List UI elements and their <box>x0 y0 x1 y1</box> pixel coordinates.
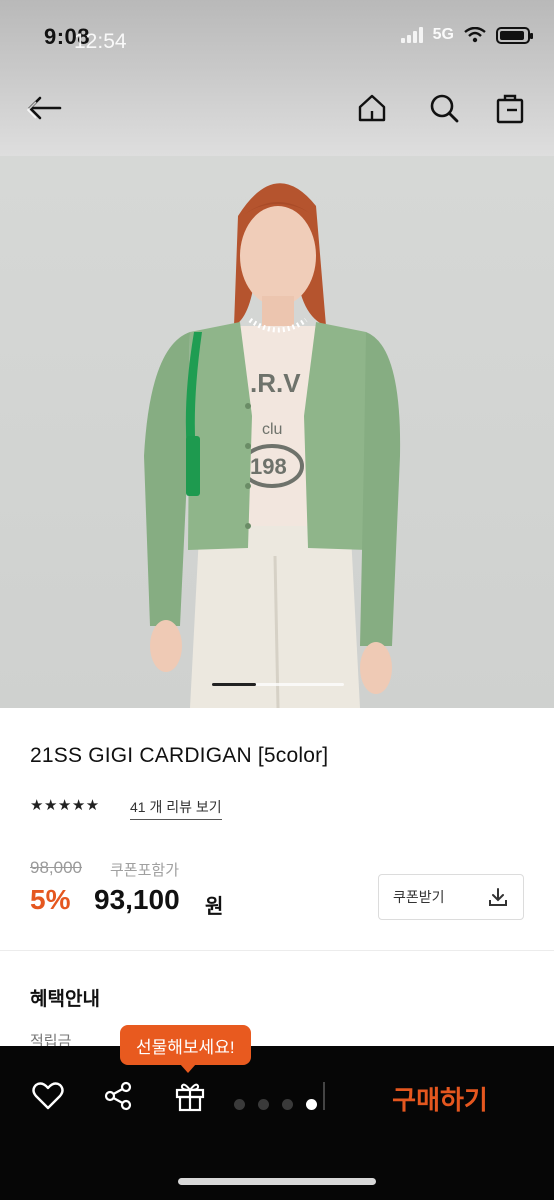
home-icon[interactable] <box>352 88 392 128</box>
bottom-action-bar <box>0 1046 554 1200</box>
product-screen: 9:08 12:54 5G .R.V clu 198 21SS GIGI CAR… <box>0 0 554 1200</box>
coupon-included-label: 쿠폰포함가 <box>110 862 180 879</box>
download-icon <box>489 888 507 906</box>
coupon-button-label: 쿠폰받기 <box>393 889 445 905</box>
section-divider <box>0 950 554 951</box>
gift-icon[interactable] <box>170 1076 210 1116</box>
home-indicator[interactable] <box>178 1178 376 1185</box>
battery-icon <box>496 26 533 44</box>
page-dots <box>234 1099 317 1110</box>
top-header: 9:08 12:54 5G <box>0 0 554 156</box>
sale-price: 93,100 <box>94 884 180 915</box>
discount-rate: 5% <box>30 884 71 915</box>
review-link[interactable]: 41 개 리뷰 보기 <box>130 797 222 820</box>
coupon-download-button[interactable]: 쿠폰받기 <box>378 874 524 920</box>
shopping-bag-icon[interactable] <box>490 88 530 128</box>
status-indicators: 5G <box>400 26 533 44</box>
status-time-overlay: 12:54 <box>74 30 127 53</box>
benefit-title: 혜택안내 <box>30 989 100 1010</box>
heart-icon[interactable] <box>28 1076 68 1116</box>
svg-text:clu: clu <box>262 421 282 438</box>
buy-button[interactable]: 구매하기 <box>360 1076 520 1120</box>
svg-text:198: 198 <box>250 454 287 479</box>
rating-stars-icon: ★★★★★ <box>30 797 100 814</box>
model-illustration: .R.V clu 198 <box>144 183 401 708</box>
bar-separator <box>323 1082 325 1110</box>
product-image[interactable]: .R.V clu 198 <box>0 156 554 708</box>
search-icon[interactable] <box>424 88 464 128</box>
gift-tooltip: 선물해보세요! <box>120 1025 251 1073</box>
original-price: 98,000 <box>30 858 82 877</box>
product-title: 21SS GIGI CARDIGAN [5color] <box>30 744 329 767</box>
back-arrow-icon[interactable] <box>24 88 64 128</box>
signal-icon <box>400 27 423 43</box>
svg-text:.R.V: .R.V <box>250 368 301 398</box>
currency-label: 원 <box>205 896 224 918</box>
share-icon[interactable] <box>98 1076 138 1116</box>
wifi-icon <box>464 27 486 43</box>
image-pager <box>212 683 344 686</box>
network-label: 5G <box>432 26 454 43</box>
